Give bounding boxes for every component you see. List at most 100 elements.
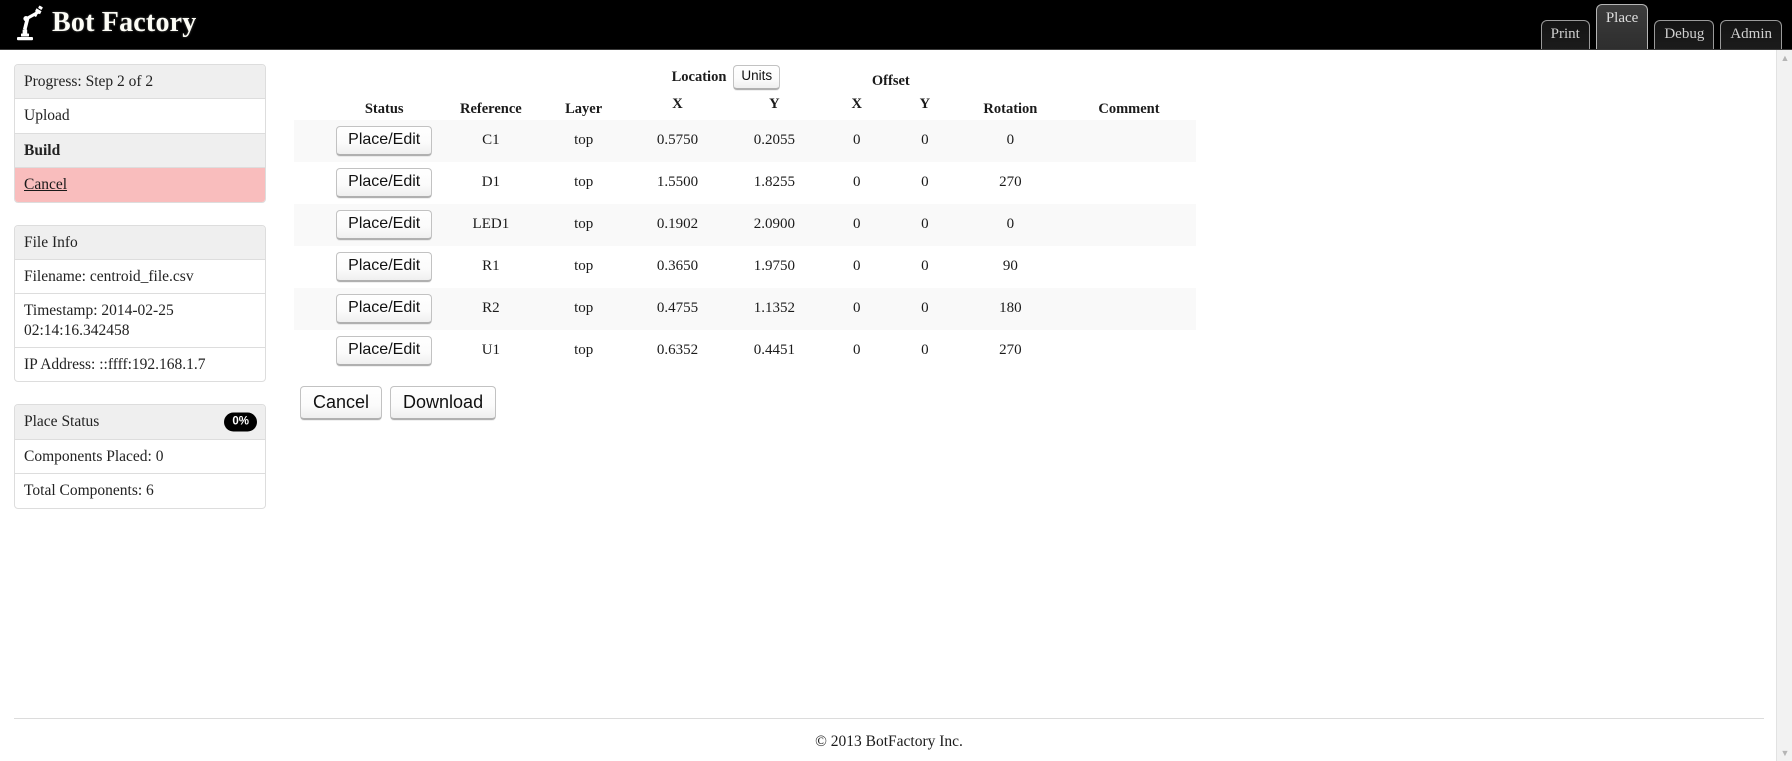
row-location-y: 1.1352 [753,300,795,317]
row-layer: top [574,174,594,191]
row-layer: top [574,342,594,359]
progress-step-upload[interactable]: Upload [15,99,265,134]
row-rotation: 0 [1006,216,1015,233]
row-status-cell: Place/Edit [325,288,444,330]
row-rotation: 90 [1002,258,1018,275]
brand: Bot Factory [14,4,196,42]
header-offset-group: Offset [871,72,910,89]
row-comment [1062,204,1196,246]
place-edit-button[interactable]: Place/Edit [336,335,433,366]
action-buttons: Cancel Download [300,385,1204,421]
row-reference: D1 [481,174,501,191]
row-reference: C1 [482,132,500,149]
table-row: Place/Edit C1 top 0.5750 0.2055 0 0 0 [294,119,1196,162]
sidebar: Progress: Step 2 of 2 Upload Build Cance… [14,64,266,531]
place-edit-button[interactable]: Place/Edit [336,293,433,324]
robot-arm-icon [14,4,44,42]
scroll-down-arrow-icon[interactable]: ▼ [1777,745,1792,761]
header-location-x: X [672,95,683,112]
scroll-up-arrow-icon[interactable]: ▲ [1777,50,1792,66]
place-edit-button[interactable]: Place/Edit [336,251,433,282]
row-offset-y: 0 [921,342,929,359]
cancel-button[interactable]: Cancel [300,385,383,421]
header-layer: Layer [565,100,603,117]
header-spacer [294,62,325,92]
row-reference: R2 [482,300,500,317]
header-location-label: Location [671,68,727,85]
row-rotation: 180 [999,300,1022,317]
nav-tab-print[interactable]: Print [1540,19,1590,49]
row-layer: top [574,258,594,275]
header-offset-y: Y [919,95,931,112]
header-location-group: Location Units [629,62,823,92]
row-spacer [294,162,325,204]
row-location-x: 0.5750 [656,132,699,149]
row-location-y: 1.8255 [753,174,795,191]
row-spacer [294,288,325,330]
place-edit-button[interactable]: Place/Edit [336,167,433,198]
row-rotation: 270 [999,174,1022,191]
row-spacer [294,330,325,372]
nav-tab-admin[interactable]: Admin [1720,19,1782,49]
progress-panel: Progress: Step 2 of 2 Upload Build Cance… [14,64,266,203]
nav-tab-place[interactable]: Place [1595,3,1649,49]
row-rotation: 0 [1006,132,1015,149]
main-content: Status Reference Layer Location Units Of… [294,62,1204,421]
place-edit-button[interactable]: Place/Edit [336,125,433,156]
file-info-panel: File Info Filename: centroid_file.csv Ti… [14,224,266,383]
brand-title: Bot Factory [52,7,197,38]
row-spacer [294,204,325,246]
row-offset-y: 0 [921,258,929,275]
row-comment [1062,246,1196,288]
row-offset-x: 0 [853,300,861,317]
header-status: Status [364,100,404,117]
row-status-cell: Place/Edit [325,120,444,162]
row-status-cell: Place/Edit [325,330,444,372]
row-comment [1062,288,1196,330]
progress-title: Progress: Step 2 of 2 [15,65,265,100]
table-body: Place/Edit C1 top 0.5750 0.2055 0 0 0 Pl… [294,119,1196,372]
place-status-badge: 0% [224,412,257,432]
row-location-y: 0.4451 [753,342,795,359]
header-offset-x: X [851,95,863,112]
row-reference: U1 [481,342,501,359]
file-info-ip-address: IP Address: ::ffff:192.168.1.7 [24,356,206,373]
download-button[interactable]: Download [390,385,497,421]
row-comment [1062,120,1196,162]
components-table: Status Reference Layer Location Units Of… [294,62,1196,372]
row-offset-x: 0 [853,174,861,191]
table-group-header-row: Status Reference Layer Location Units Of… [294,62,1196,117]
progress-step-build[interactable]: Build [15,133,265,169]
file-info-title: File Info [15,225,265,260]
footer-copyright: © 2013 BotFactory Inc. [815,733,963,750]
row-reference: LED1 [472,216,510,233]
header-spacer-2 [294,92,325,120]
table-row: Place/Edit R1 top 0.3650 1.9750 0 0 90 [294,245,1196,288]
row-status-cell: Place/Edit [325,204,444,246]
row-status-cell: Place/Edit [325,246,444,288]
units-button[interactable]: Units [733,65,781,90]
row-location-x: 0.3650 [656,258,699,275]
place-edit-button[interactable]: Place/Edit [336,209,433,240]
cancel-link[interactable]: Cancel [24,176,67,193]
row-location-x: 0.6352 [656,342,699,359]
header-comment: Comment [1098,100,1160,117]
row-location-x: 0.4755 [656,300,699,317]
row-comment [1062,330,1196,372]
row-status-cell: Place/Edit [325,162,444,204]
table-head: Status Reference Layer Location Units Of… [294,62,1196,120]
row-layer: top [574,300,594,317]
row-offset-x: 0 [853,132,861,149]
page-body: Progress: Step 2 of 2 Upload Build Cance… [0,50,1792,761]
header-reference: Reference [460,100,522,117]
table-row: Place/Edit U1 top 0.6352 0.4451 0 0 270 [294,329,1196,372]
nav-tab-debug[interactable]: Debug [1654,19,1715,49]
row-offset-y: 0 [921,174,929,191]
row-offset-x: 0 [853,216,861,233]
file-info-timestamp: Timestamp: 2014-02-25 02:14:16.342458 [15,294,265,348]
row-location-y: 0.2055 [753,132,795,149]
nav-tabs: Print Place Debug Admin [1540,0,1782,49]
progress-step-cancel[interactable]: Cancel [15,168,265,202]
vertical-scrollbar[interactable]: ▲ ▼ [1776,50,1792,761]
table-row: Place/Edit LED1 top 0.1902 2.0900 0 0 0 [294,203,1196,246]
